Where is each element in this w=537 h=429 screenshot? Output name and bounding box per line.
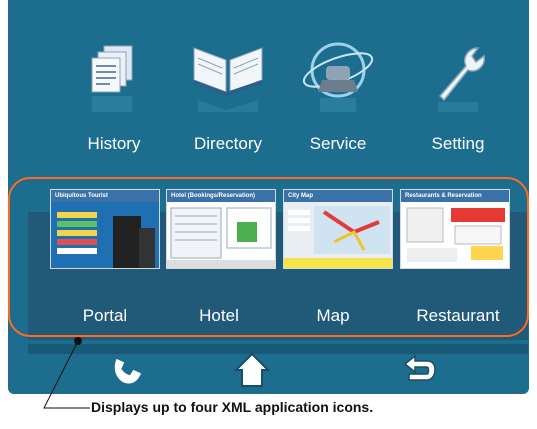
callout-leader xyxy=(43,337,90,409)
annotation-text: Displays up to four XML application icon… xyxy=(91,399,374,415)
